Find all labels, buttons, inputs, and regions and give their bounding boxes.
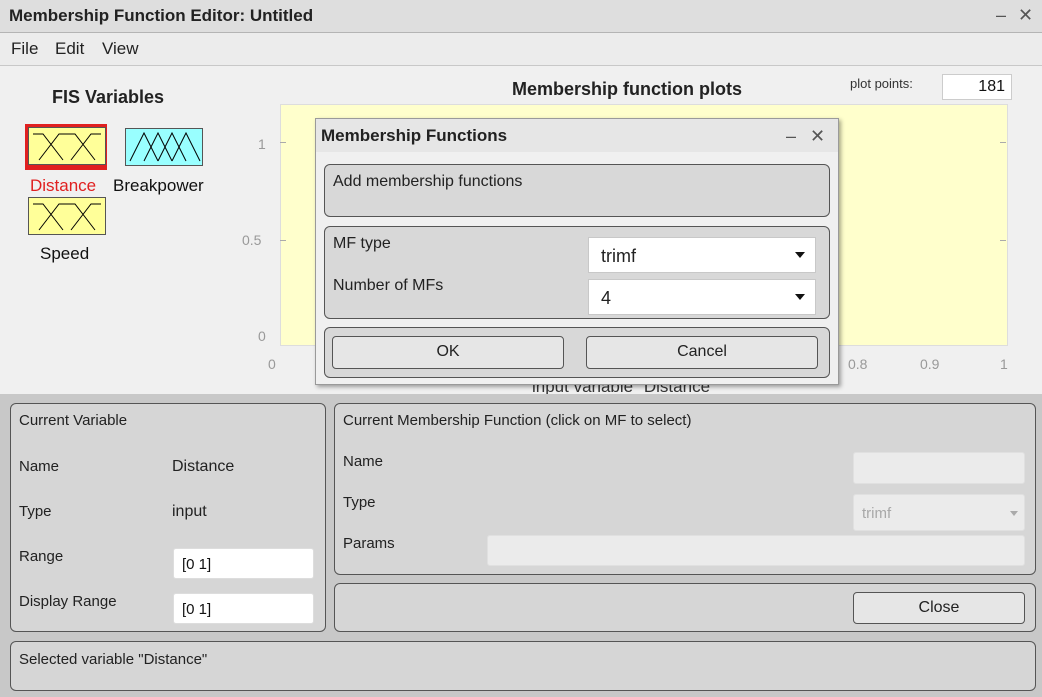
display-range-label: Display Range	[19, 593, 117, 610]
mf-settings-panel: MF type trimf Number of MFs 4	[324, 226, 830, 319]
mf-name-input[interactable]	[853, 452, 1025, 484]
chevron-down-icon	[1010, 511, 1018, 516]
dialog-minimize-icon[interactable]: –	[786, 126, 796, 147]
mf-type-dropdown[interactable]: trimf	[588, 237, 816, 273]
chevron-down-icon	[795, 252, 805, 258]
minimize-icon[interactable]: –	[996, 5, 1006, 26]
menu-edit[interactable]: Edit	[55, 39, 84, 59]
trapezoid-mf-icon	[33, 203, 101, 231]
close-panel: Close	[334, 583, 1036, 632]
status-panel: Selected variable "Distance"	[10, 641, 1036, 691]
mf-params-label: Params	[343, 535, 395, 552]
current-variable-panel: Current Variable Name Distance Type inpu…	[10, 403, 326, 632]
fis-variable-breakpower-label[interactable]: Breakpower	[113, 176, 204, 196]
range-input[interactable]: [0 1]	[173, 548, 314, 579]
variable-name-value: Distance	[172, 458, 235, 475]
fis-variable-speed-label[interactable]: Speed	[40, 244, 89, 264]
plot-title: Membership function plots	[512, 79, 743, 99]
display-range-input[interactable]: [0 1]	[173, 593, 314, 624]
current-mf-panel: Current Membership Function (click on MF…	[334, 403, 1036, 575]
mf-type-value: trimf	[862, 505, 892, 522]
window-title-bar: Membership Function Editor: Untitled – ✕	[0, 0, 1042, 33]
status-text: Selected variable "Distance"	[19, 651, 208, 668]
add-mf-panel: Add membership functions	[324, 164, 830, 217]
ok-button[interactable]: OK	[332, 336, 564, 369]
x-tick-label: 0.9	[920, 356, 940, 372]
close-button[interactable]: Close	[853, 592, 1025, 624]
y-tick-mark	[280, 142, 286, 143]
x-tick-label: 0	[268, 356, 276, 372]
variable-type-label: Type	[19, 503, 52, 520]
y-tick-mark	[280, 240, 286, 241]
y-tick-mark	[1000, 142, 1006, 143]
close-icon[interactable]: ✕	[1018, 5, 1033, 26]
y-tick-label: 0	[258, 328, 266, 344]
menu-bar: File Edit View	[0, 33, 1042, 65]
add-mf-text: Add membership functions	[333, 173, 523, 190]
cancel-button[interactable]: Cancel	[586, 336, 818, 369]
dialog-buttons-panel: OK Cancel	[324, 327, 830, 378]
x-tick-label: 1	[1000, 356, 1008, 372]
y-tick-label: 1	[258, 136, 266, 152]
variable-name-label: Name	[19, 458, 60, 475]
mf-type-select[interactable]: trimf	[853, 494, 1025, 531]
dialog-close-icon[interactable]: ✕	[810, 126, 825, 147]
fis-variable-breakpower[interactable]	[125, 128, 203, 166]
fis-variable-speed[interactable]	[28, 197, 106, 235]
window-title: Membership Function Editor: Untitled	[9, 6, 314, 25]
current-mf-heading: Current Membership Function (click on MF…	[343, 412, 692, 429]
dialog-title-bar: Membership Functions – ✕	[316, 119, 838, 152]
fis-variable-distance[interactable]	[25, 124, 107, 170]
mf-params-input[interactable]	[487, 535, 1025, 566]
menu-file[interactable]: File	[11, 39, 38, 59]
fis-variable-distance-label[interactable]: Distance	[30, 176, 96, 196]
x-tick-label: 0.8	[848, 356, 868, 372]
dialog-title: Membership Functions	[321, 126, 508, 145]
chevron-down-icon	[795, 294, 805, 300]
plot-points-label: plot points:	[850, 76, 913, 91]
num-mfs-label: Number of MFs	[333, 277, 444, 294]
membership-functions-dialog: Membership Functions – ✕ Add membership …	[315, 118, 839, 385]
trapezoid-mf-icon	[28, 127, 106, 165]
mf-type-dropdown-value: trimf	[601, 246, 636, 266]
mf-type-dialog-label: MF type	[333, 235, 391, 252]
fis-variables-heading: FIS Variables	[52, 87, 165, 107]
y-tick-label: 0.5	[242, 232, 262, 248]
num-mfs-dropdown[interactable]: 4	[588, 279, 816, 315]
num-mfs-dropdown-value: 4	[601, 288, 612, 308]
plot-points-input[interactable]: 181	[942, 74, 1012, 100]
triangle-mf-icon	[129, 131, 201, 162]
menu-view[interactable]: View	[102, 39, 139, 59]
mf-type-label: Type	[343, 494, 376, 511]
current-variable-heading: Current Variable	[19, 412, 128, 429]
range-label: Range	[19, 548, 64, 565]
y-tick-mark	[1000, 240, 1006, 241]
mf-name-label: Name	[343, 453, 384, 470]
variable-type-value: input	[172, 503, 207, 520]
